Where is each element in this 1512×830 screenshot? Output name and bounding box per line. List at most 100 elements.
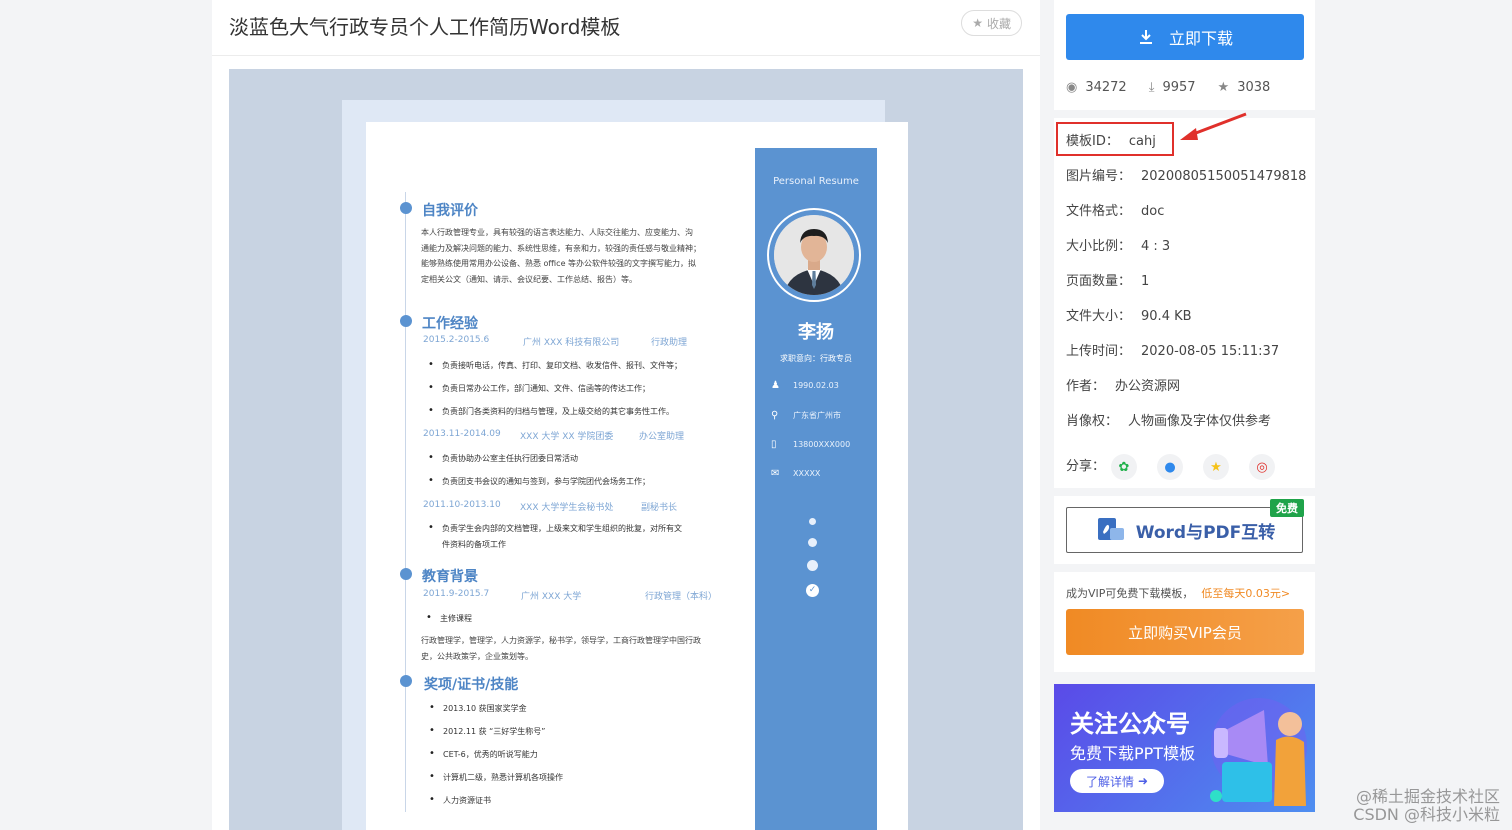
wechat-icon[interactable]: ✿ xyxy=(1111,454,1137,480)
downloads-count: 9957 xyxy=(1162,80,1196,95)
award-item: 计算机二级，熟悉计算机各项操作 xyxy=(429,771,563,783)
location-info: ⚲ 广东省广州市 xyxy=(771,410,841,421)
avatar xyxy=(774,215,854,295)
resume-name: 李扬 xyxy=(798,322,834,343)
arrow-right-icon: ➜ xyxy=(1137,774,1149,788)
person-portrait xyxy=(774,215,854,295)
award-item: 2013.10 获国家奖学金 xyxy=(429,702,527,714)
side-header: Personal Resume xyxy=(773,176,859,187)
sidebar: 立即下载 ◉ 34272 ⤓ 9957 ★ 3038 模板ID： cahj 图片编号： 2… xyxy=(1054,0,1316,830)
red-arrow-annotation xyxy=(1180,112,1247,140)
vip-note: 成为VIP可免费下载模板， 低至每天0.03元> xyxy=(1066,585,1290,601)
course-list: 行政管理学，管理学，人力资源学，秘书学，领导学，工商行政管理学中国行政 史，公共… xyxy=(421,636,701,661)
template-detail-panel: 淡蓝色大气行政专员个人工作简历Word模板 ★ 收藏 自我评价 本人行政管理专业… xyxy=(212,0,1040,830)
section-dot xyxy=(400,315,412,327)
favorites-stat: ★ 3038 xyxy=(1218,80,1271,95)
info-ratio: 大小比例： 4 : 3 xyxy=(1066,239,1171,254)
section-title-work: 工作经验 xyxy=(422,316,478,332)
share-row: 分享： xyxy=(1066,455,1105,474)
download-small-icon: ⤓ xyxy=(1148,80,1155,95)
convert-label: Word与PDF互转 xyxy=(1135,522,1276,543)
section-title-edu: 教育背景 xyxy=(422,569,478,585)
favorite-label: 收藏 xyxy=(986,16,1011,31)
watermark: @稀土掘金技术社区 CSDN @科技小米粒 xyxy=(1353,788,1500,824)
pdf-convert-icon xyxy=(1097,518,1124,540)
job-item: 负责部门各类资料的归档与管理，及上级交给的其它事务性工作。 xyxy=(428,405,674,417)
info-page-count: 页面数量： 1 xyxy=(1066,274,1150,289)
section-dot xyxy=(400,202,412,214)
follow-account-banner[interactable]: 关注公众号 免费下载PPT模板 了解详情 ➜ xyxy=(1054,684,1315,812)
qq-icon[interactable]: ● xyxy=(1157,454,1183,480)
favorites-count: 3038 xyxy=(1237,80,1271,95)
award-item: 人力资源证书 xyxy=(429,794,491,806)
job-item: 负责日常办公工作，部门通知、文件、信函等的传达工作； xyxy=(428,382,650,394)
job-role: 办公室助理 xyxy=(639,432,685,442)
word-pdf-convert-button[interactable]: Word与PDF互转 免费 xyxy=(1066,499,1304,553)
download-button[interactable]: 立即下载 xyxy=(1066,14,1304,60)
job-item: 负责接听电话，传真、打印、复印文档、收发信件、报刊、文件等； xyxy=(428,359,682,371)
download-label: 立即下载 xyxy=(1168,29,1233,48)
job-item: 负责学生会内部的文档管理，上级来文和学生组织的批复，对所有文 件资料的备项工作 xyxy=(428,520,682,553)
email-info: ✉ XXXXX xyxy=(771,468,820,479)
download-card: 立即下载 ◉ 34272 ⤓ 9957 ★ 3038 xyxy=(1054,0,1315,110)
downloads-stat: ⤓ 9957 xyxy=(1149,80,1196,95)
check-icon: ✓ xyxy=(806,584,819,597)
views-stat: ◉ 34272 xyxy=(1066,80,1127,95)
location-value: 广东省广州市 xyxy=(793,411,841,420)
award-item: CET-6，优秀的听说写能力 xyxy=(429,748,538,760)
section-dot xyxy=(400,568,412,580)
watermark-line-1: @稀土掘金技术社区 xyxy=(1355,787,1500,806)
phone-info: ▯ 13800XXX000 xyxy=(771,439,850,450)
job-item: 负责协助办公室主任执行团委日常活动 xyxy=(428,452,578,464)
learn-more-button[interactable]: 了解详情 ➜ xyxy=(1070,769,1164,793)
job-period: 2013.11-2014.09 xyxy=(423,429,501,439)
banner-title: 关注公众号 xyxy=(1070,710,1190,738)
info-upload-time: 上传时间： 2020-08-05 15:11:37 xyxy=(1066,344,1280,359)
info-template-id: 模板ID： cahj xyxy=(1066,134,1156,149)
job-period: 2015.2-2015.6 xyxy=(423,335,490,345)
location-pin-icon: ⚲ xyxy=(771,410,779,421)
share-label: 分享： xyxy=(1066,459,1106,474)
buy-vip-button[interactable]: 立即购买VIP会员 xyxy=(1066,609,1304,655)
edu-major: 行政管理（本科） xyxy=(645,592,718,602)
edu-period: 2011.9-2015.7 xyxy=(423,589,490,599)
person-icon: ♟ xyxy=(771,380,780,391)
resume-preview: 自我评价 本人行政管理专业，具有较强的语言表达能力、人际交往能力、应变能力、沟 … xyxy=(229,69,1023,830)
watermark-line-2: CSDN @科技小米粒 xyxy=(1353,805,1500,824)
info-file-size: 文件大小： 90.4 KB xyxy=(1066,309,1192,324)
nav-dot xyxy=(808,538,817,547)
job-org: XXX 大学学生会秘书处 xyxy=(520,503,614,513)
resume-paper: 自我评价 本人行政管理专业，具有较强的语言表达能力、人际交往能力、应变能力、沟 … xyxy=(366,122,908,830)
vip-note-text: 成为VIP可免费下载模板， xyxy=(1066,587,1194,600)
nav-dot xyxy=(807,560,818,571)
info-author: 作者： 办公资源网 xyxy=(1066,379,1181,394)
job-role: 行政助理 xyxy=(651,338,688,348)
job-period: 2011.10-2013.10 xyxy=(423,500,501,510)
avatar-ring xyxy=(767,208,861,302)
views-count: 34272 xyxy=(1085,80,1127,95)
author-link[interactable]: 办公资源网 xyxy=(1115,379,1180,394)
birth-info: ♟ 1990.02.03 xyxy=(771,380,839,391)
job-intent: 求职意向：行政专员 xyxy=(780,354,852,363)
info-image-number: 图片编号： 20200805150051479818 xyxy=(1066,169,1307,184)
section-dot xyxy=(400,675,412,687)
edu-school: 广州 XXX 大学 xyxy=(521,592,582,602)
page-title: 淡蓝色大气行政专员个人工作简历Word模板 xyxy=(229,15,621,39)
award-item: 2012.11 获 “三好学生称号” xyxy=(429,725,546,737)
section-title-self: 自我评价 xyxy=(422,203,478,219)
job-role: 副秘书长 xyxy=(641,503,678,513)
nav-dot xyxy=(809,518,816,525)
info-file-format: 文件格式： doc xyxy=(1066,204,1165,219)
star-icon: ★ xyxy=(1217,80,1230,95)
favorite-button[interactable]: ★ 收藏 xyxy=(961,10,1022,36)
weibo-icon[interactable]: ◎ xyxy=(1249,454,1275,480)
qzone-star-icon[interactable]: ★ xyxy=(1203,454,1229,480)
email-value: XXXXX xyxy=(793,469,821,478)
job-org: 广州 XXX 科技有限公司 xyxy=(523,338,620,348)
vip-price-link[interactable]: 低至每天0.03元> xyxy=(1201,587,1290,600)
download-icon xyxy=(1139,30,1152,44)
self-evaluation-text: 本人行政管理专业，具有较强的语言表达能力、人际交往能力、应变能力、沟 通能力及解… xyxy=(421,228,701,284)
banner-subtitle: 免费下载PPT模板 xyxy=(1070,744,1196,763)
job-org: XXX 大学 XX 学院团委 xyxy=(520,432,614,442)
title-bar: 淡蓝色大气行政专员个人工作简历Word模板 ★ 收藏 xyxy=(212,0,1040,56)
